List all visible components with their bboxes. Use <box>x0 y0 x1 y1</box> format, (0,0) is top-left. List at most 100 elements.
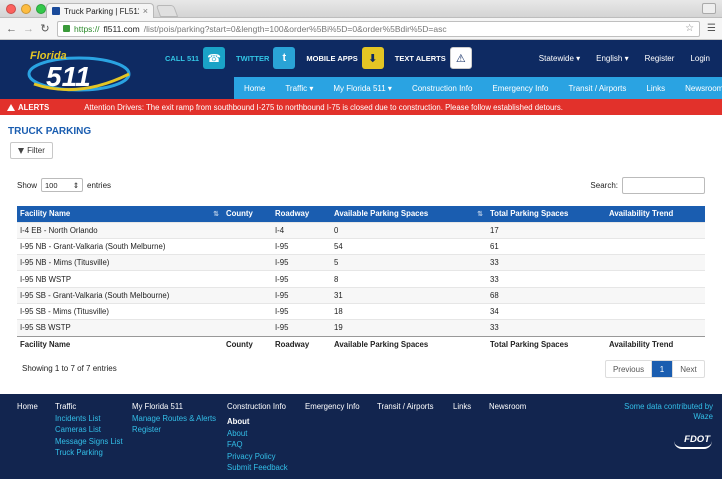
table-row[interactable]: I-95 SB - Grant-Valkaria (South Melbourn… <box>17 286 705 304</box>
footer-truck-parking-link[interactable]: Truck Parking <box>55 447 123 458</box>
table-row[interactable]: I-95 NB - Mims (Titusville) I-95 5 33 <box>17 254 705 271</box>
cell-total: 17 <box>487 221 606 239</box>
nav-traffic[interactable]: Traffic ▾ <box>275 84 323 93</box>
footer-links-link[interactable]: Links <box>453 402 471 411</box>
cell-available: 5 <box>331 254 487 271</box>
footer-construction-link[interactable]: Construction Info <box>227 402 288 411</box>
cell-total: 33 <box>487 254 606 271</box>
table-row[interactable]: I-95 NB WSTP I-95 8 33 <box>17 270 705 288</box>
url-scheme: https:// <box>74 23 100 34</box>
search-input[interactable] <box>622 177 705 194</box>
footer-home-link[interactable]: Home <box>17 402 38 411</box>
footer-col-links: Links <box>453 402 471 413</box>
footer-emergency-link[interactable]: Emergency Info <box>305 402 360 411</box>
twitter-icon: t <box>273 47 296 69</box>
fl511-logo[interactable]: Florida 511 <box>24 44 134 94</box>
foot-available-spaces: Available Parking Spaces <box>331 335 487 354</box>
alerts-label: ALERTS <box>18 102 50 112</box>
call-511-link[interactable]: CALL 511 ☎ <box>165 47 226 69</box>
page-1-button[interactable]: 1 <box>652 361 672 377</box>
login-link[interactable]: Login <box>690 54 710 63</box>
waze-credit[interactable]: Some data contributed by Waze <box>624 402 713 422</box>
cell-county <box>223 286 272 304</box>
cell-total: 33 <box>487 270 606 288</box>
language-dropdown[interactable]: English ▾ <box>596 54 628 63</box>
footer-about-link[interactable]: About <box>227 428 288 439</box>
nav-emergency-info[interactable]: Emergency Info <box>482 84 558 93</box>
table-row[interactable]: I-4 EB - North Orlando I-4 0 17 <box>17 221 705 239</box>
foot-availability-trend: Availability Trend <box>606 335 705 354</box>
nav-links[interactable]: Links <box>636 84 675 93</box>
text-alerts-link[interactable]: TEXT ALERTS ⚠ <box>395 47 472 69</box>
footer-privacy-link[interactable]: Privacy Policy <box>227 451 288 462</box>
footer-myfl-link[interactable]: My Florida 511 <box>132 402 216 411</box>
alert-message[interactable]: Attention Drivers: The exit ramp from so… <box>57 103 563 112</box>
nav-construction-info[interactable]: Construction Info <box>402 84 482 93</box>
main-nav: Home Traffic ▾ My Florida 511 ▾ Construc… <box>234 77 722 99</box>
table-row[interactable]: I-95 SB WSTP I-95 19 33 <box>17 319 705 337</box>
col-available-spaces[interactable]: Available Parking Spaces ⇅ <box>331 206 487 222</box>
alerts-tag[interactable]: ALERTS <box>0 103 57 112</box>
next-page-button[interactable]: Next <box>672 361 704 377</box>
nav-home[interactable]: Home <box>234 84 275 93</box>
table-row[interactable]: I-95 SB - Mims (Titusville) I-95 18 34 <box>17 302 705 320</box>
cell-trend <box>606 286 705 304</box>
favicon-icon <box>52 7 60 15</box>
sort-icon[interactable]: ⇅ <box>477 210 483 218</box>
twitter-link[interactable]: TWITTER t <box>236 47 296 69</box>
reload-icon[interactable]: ↻ <box>40 22 50 35</box>
footer-feedback-link[interactable]: Submit Feedback <box>227 462 288 473</box>
cell-facility: I-95 NB WSTP <box>17 270 223 288</box>
mobile-apps-link[interactable]: MOBILE APPS ⬇ <box>306 47 384 69</box>
footer-incidents-link[interactable]: Incidents List <box>55 413 123 424</box>
cell-trend <box>606 319 705 337</box>
table-row[interactable]: I-95 NB - Grant-Valkaria (South Melburne… <box>17 237 705 255</box>
back-arrow-icon[interactable]: ← <box>6 23 17 35</box>
col-roadway[interactable]: Roadway <box>272 206 331 222</box>
fdot-logo[interactable]: FDOT <box>674 434 712 449</box>
bookmark-star-icon[interactable]: ☆ <box>685 23 694 34</box>
filter-button[interactable]: Filter <box>10 142 53 159</box>
nav-newsroom[interactable]: Newsroom <box>675 84 722 93</box>
waze-credit-line2: Waze <box>693 412 713 421</box>
footer-message-signs-link[interactable]: Message Signs List <box>55 436 123 447</box>
nav-my-florida-511[interactable]: My Florida 511 ▾ <box>323 84 402 93</box>
footer-newsroom-link[interactable]: Newsroom <box>489 402 526 411</box>
page-length-select[interactable]: 100 ⇕ <box>41 178 84 192</box>
browser-tab[interactable]: Truck Parking | FL511 × <box>46 3 154 18</box>
browser-tabstrip: Truck Parking | FL511 × <box>0 0 722 18</box>
tab-close-icon[interactable]: × <box>143 6 148 16</box>
site-footer: Home Traffic Incidents List Cameras List… <box>0 394 722 479</box>
footer-transit-link[interactable]: Transit / Airports <box>377 402 433 411</box>
col-facility-name[interactable]: Facility Name ⇅ <box>17 206 223 222</box>
cell-total: 61 <box>487 237 606 255</box>
register-link[interactable]: Register <box>645 54 675 63</box>
close-window-button[interactable] <box>6 4 16 14</box>
previous-page-button[interactable]: Previous <box>606 361 652 377</box>
select-arrows-icon: ⇕ <box>72 180 80 190</box>
new-tab-button[interactable] <box>155 5 179 17</box>
browser-menu-icon[interactable]: ☰ <box>707 23 716 34</box>
foot-county: County <box>223 335 272 354</box>
col-county[interactable]: County <box>223 206 272 222</box>
footer-cameras-link[interactable]: Cameras List <box>55 424 123 435</box>
statewide-dropdown[interactable]: Statewide ▾ <box>539 54 580 63</box>
zoom-window-button[interactable] <box>36 4 46 14</box>
col-total-spaces[interactable]: Total Parking Spaces <box>487 206 606 222</box>
footer-manage-routes-link[interactable]: Manage Routes & Alerts <box>132 413 216 424</box>
minimize-window-button[interactable] <box>21 4 31 14</box>
window-mode-button[interactable] <box>702 3 716 14</box>
cell-county <box>223 270 272 288</box>
table-footer-row: Facility Name County Roadway Available P… <box>17 335 705 354</box>
footer-faq-link[interactable]: FAQ <box>227 439 288 450</box>
search-label: Search: <box>590 181 618 190</box>
forward-arrow-icon[interactable]: → <box>23 23 34 35</box>
footer-register-link[interactable]: Register <box>132 424 216 435</box>
cell-county <box>223 319 272 337</box>
col-availability-trend[interactable]: Availability Trend <box>606 206 705 222</box>
footer-traffic-link[interactable]: Traffic <box>55 402 123 411</box>
cell-facility: I-95 SB - Mims (Titusville) <box>17 302 223 320</box>
nav-transit-airports[interactable]: Transit / Airports <box>558 84 636 93</box>
sort-icon[interactable]: ⇅ <box>213 210 219 218</box>
address-bar[interactable]: https://fl511.com/list/pois/parking?star… <box>57 20 701 37</box>
